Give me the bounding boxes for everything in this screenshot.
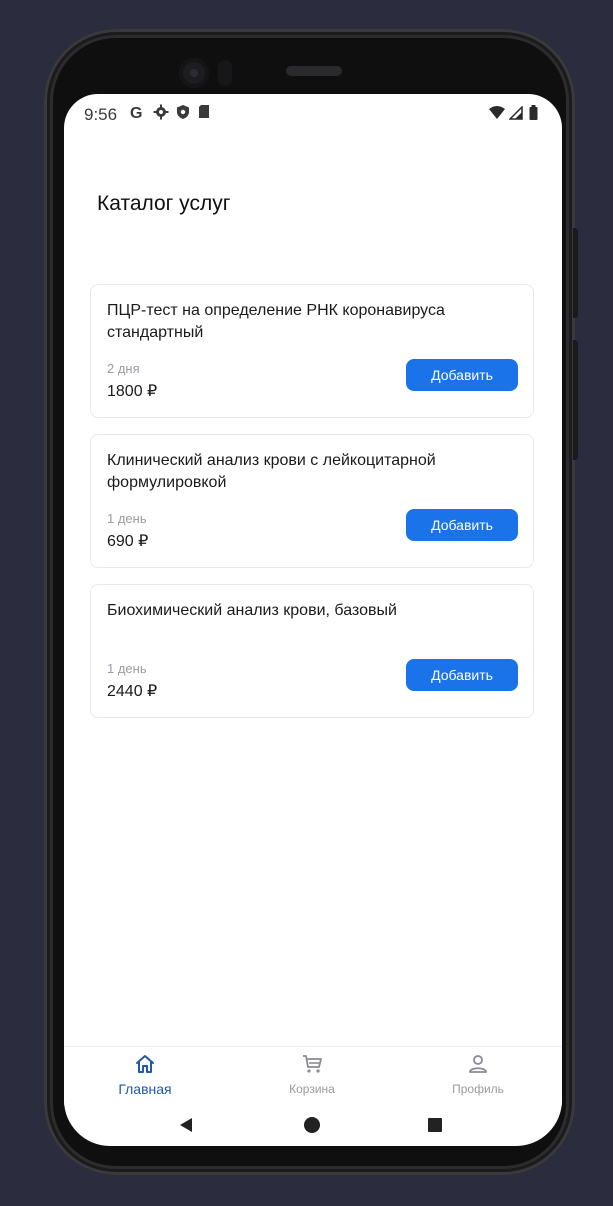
front-camera	[179, 58, 209, 88]
service-duration: 1 день	[107, 661, 147, 676]
service-card: Клинический анализ крови с лейкоцитарной…	[90, 434, 534, 568]
status-time: 9:56	[84, 105, 118, 124]
nav-label: Профиль	[452, 1082, 504, 1096]
add-button[interactable]: Добавить	[406, 659, 518, 691]
system-navigation	[64, 1104, 562, 1146]
bottom-navigation: Главная Корзина Профиль	[64, 1046, 562, 1105]
signal-icon	[508, 105, 523, 124]
nav-item-cart[interactable]: Корзина	[252, 1053, 372, 1096]
proximity-sensor	[218, 60, 232, 86]
page-title: Каталог услуг	[97, 192, 231, 215]
shield-icon	[176, 104, 190, 124]
add-button[interactable]: Добавить	[406, 509, 518, 541]
power-button	[573, 228, 578, 318]
google-icon: G	[130, 105, 143, 122]
back-icon[interactable]	[180, 1118, 192, 1132]
home-circle-icon[interactable]	[304, 1117, 320, 1133]
nav-label: Главная	[118, 1081, 172, 1097]
service-price: 2440 ₽	[107, 683, 158, 700]
service-duration: 2 дня	[107, 361, 140, 376]
gear-icon	[153, 104, 169, 124]
service-duration: 1 день	[107, 511, 147, 526]
sd-card-icon	[198, 104, 210, 123]
earpiece-speaker	[286, 66, 342, 76]
service-price: 1800 ₽	[107, 383, 158, 400]
profile-icon	[418, 1053, 538, 1077]
cart-icon	[252, 1053, 372, 1077]
recents-icon[interactable]	[428, 1118, 442, 1132]
service-card: ПЦР-тест на определение РНК коронавируса…	[90, 284, 534, 418]
home-icon	[85, 1053, 205, 1077]
volume-button	[573, 340, 578, 460]
battery-icon	[529, 105, 538, 124]
nav-item-home[interactable]: Главная	[85, 1053, 205, 1097]
nav-label: Корзина	[289, 1082, 335, 1096]
status-bar: 9:56 G	[64, 94, 562, 134]
service-name: ПЦР-тест на определение РНК коронавируса…	[107, 302, 445, 341]
service-price: 690 ₽	[107, 533, 149, 550]
add-button[interactable]: Добавить	[406, 359, 518, 391]
service-name: Биохимический анализ крови, базовый	[107, 602, 397, 619]
service-card: Биохимический анализ крови, базовый 1 де…	[90, 584, 534, 718]
service-name: Клинический анализ крови с лейкоцитарной…	[107, 452, 436, 491]
wifi-icon	[488, 106, 506, 124]
app-screen: 9:56 G Каталог услуг ПЦР-тест на определ…	[64, 94, 562, 1146]
nav-item-profile[interactable]: Профиль	[418, 1053, 538, 1096]
